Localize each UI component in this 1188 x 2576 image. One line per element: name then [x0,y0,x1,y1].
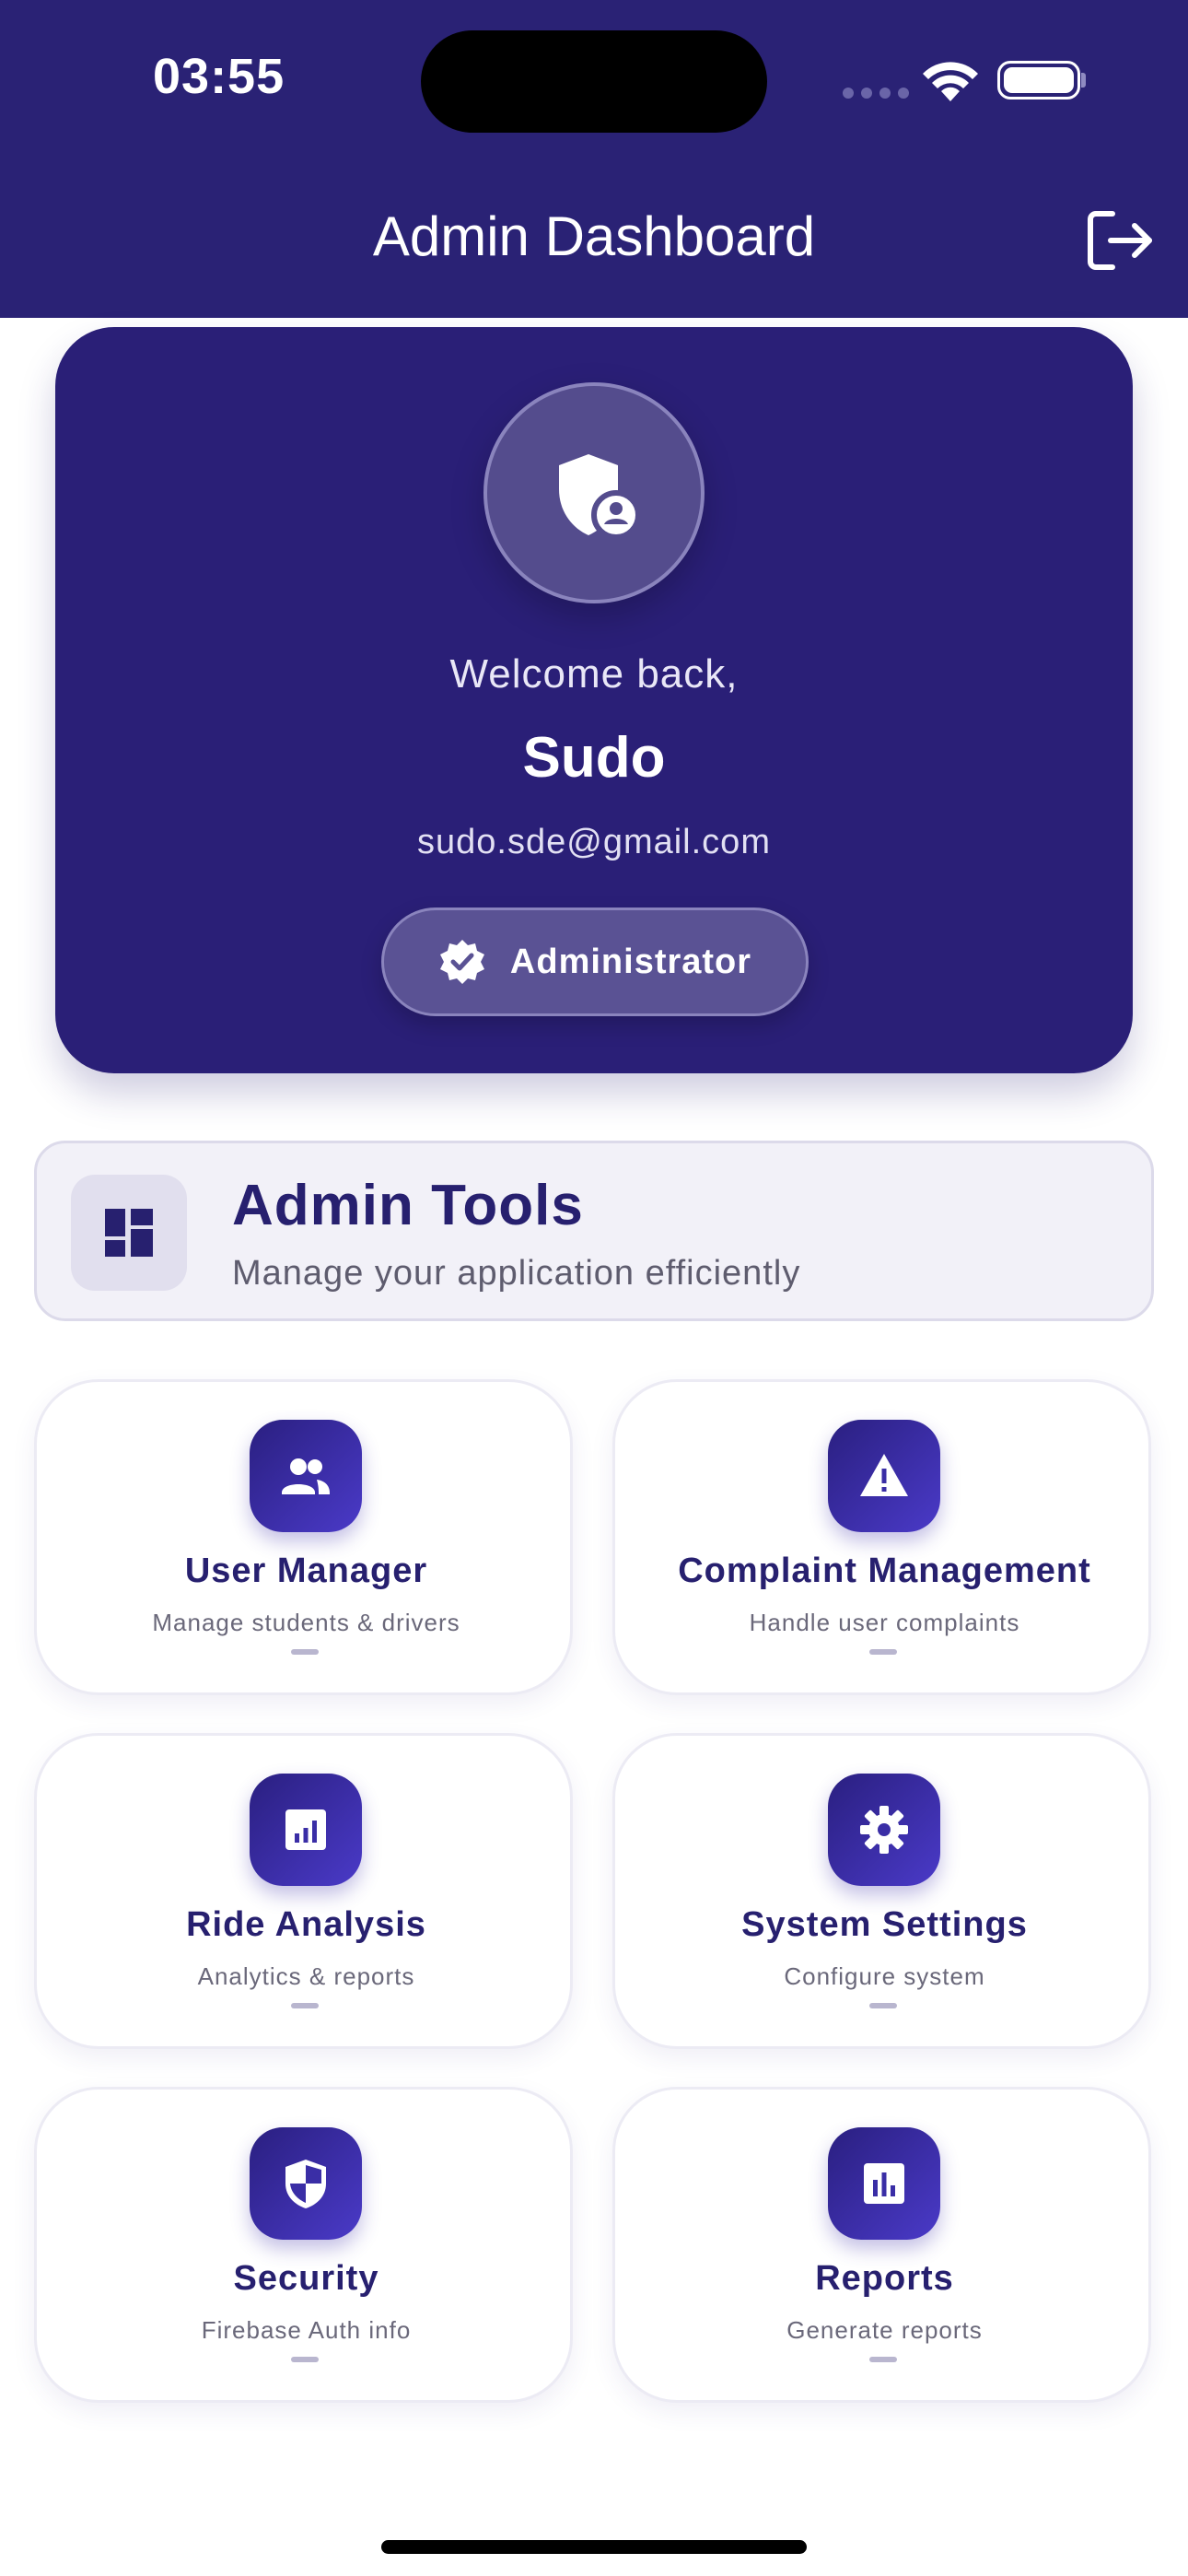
tile-subtitle: Handle user complaints [749,1609,1020,1636]
tile-system-settings[interactable]: System Settings Configure system [612,1733,1151,2049]
tile-icon-box [828,1774,940,1886]
tile-subtitle: Firebase Auth info [201,2316,412,2344]
tools-subtitle: Manage your application efficiently [232,1254,801,1293]
tile-indicator [869,1649,897,1655]
tile-user-manager[interactable]: User Manager Manage students & drivers [34,1379,573,1695]
tile-icon-box [828,2127,940,2240]
page-title: Admin Dashboard [372,205,816,267]
reports-chart-icon [864,2163,904,2204]
tools-title: Admin Tools [232,1174,584,1237]
home-indicator[interactable] [381,2540,807,2554]
admin-shield-icon [559,454,641,540]
cellular-signal-icon [843,88,909,99]
tile-subtitle: Manage students & drivers [152,1609,460,1636]
warning-icon [860,1454,908,1496]
tile-subtitle: Analytics & reports [197,1962,415,1990]
tile-title: Reports [815,2259,954,2298]
role-label: Administrator [509,942,752,981]
user-email: sudo.sde@gmail.com [417,823,771,861]
profile-card: Welcome back, Sudo sudo.sde@gmail.com Ad… [55,327,1133,1073]
tile-reports[interactable]: Reports Generate reports [612,2087,1151,2403]
wifi-icon [923,62,978,101]
tile-subtitle: Generate reports [786,2316,983,2344]
tile-indicator [869,2003,897,2008]
tools-icon-box [71,1175,187,1291]
tile-title: User Manager [184,1551,428,1590]
security-shield-icon [285,2160,326,2208]
user-name: Sudo [522,726,666,790]
settings-gear-icon [860,1806,908,1854]
dashboard-grid-icon [105,1209,153,1257]
tile-ride-analysis[interactable]: Ride Analysis Analytics & reports [34,1733,573,2049]
logout-icon[interactable] [1085,208,1155,273]
tile-security[interactable]: Security Firebase Auth info [34,2087,573,2403]
tile-title: System Settings [741,1905,1028,1944]
role-badge: Administrator [381,907,809,1016]
tile-subtitle: Configure system [784,1962,985,1990]
tile-icon-box [828,1420,940,1532]
battery-icon [997,61,1080,100]
welcome-text: Welcome back, [449,651,739,697]
tile-indicator [291,2003,319,2008]
verified-badge-icon [439,940,484,984]
tile-title: Security [233,2259,379,2298]
tile-icon-box [250,2127,362,2240]
analytics-icon [285,1809,326,1850]
admin-tools-header: Admin Tools Manage your application effi… [34,1141,1154,1321]
people-icon [282,1458,330,1494]
tile-indicator [291,1649,319,1655]
tile-title: Ride Analysis [186,1905,426,1944]
tile-indicator [291,2357,319,2362]
dynamic-island [421,30,767,133]
battery-cap [1081,73,1086,88]
tile-icon-box [250,1774,362,1886]
status-time: 03:55 [153,49,285,104]
tile-indicator [869,2357,897,2362]
app-bar: 03:55 Admin Dashboard [0,0,1188,318]
admin-dashboard-screen: 03:55 Admin Dashboard Welcome back, Sudo… [0,0,1188,2576]
tile-title: Complaint Management [678,1551,1091,1590]
admin-avatar [483,382,705,603]
tile-icon-box [250,1420,362,1532]
tile-complaint-management[interactable]: Complaint Management Handle user complai… [612,1379,1151,1695]
